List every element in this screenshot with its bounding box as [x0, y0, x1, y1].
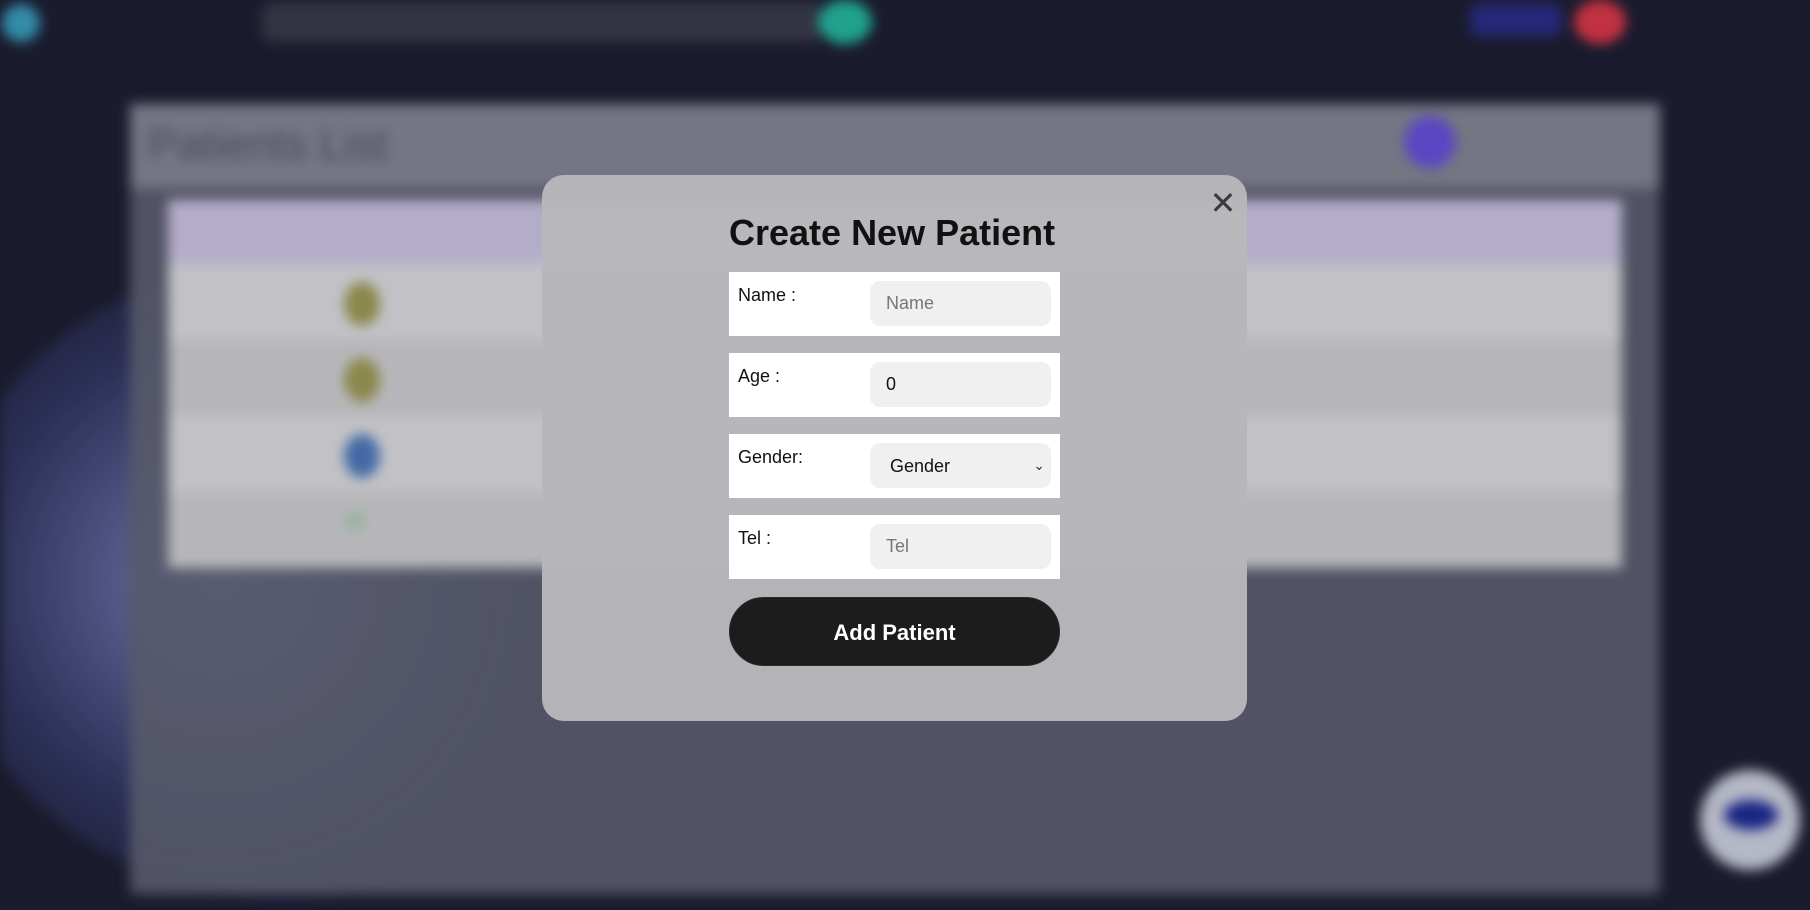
tel-field-row: Tel : — [729, 515, 1060, 579]
age-field-row: Age : — [729, 353, 1060, 417]
close-icon[interactable]: ✕ — [1208, 186, 1238, 220]
tel-label: Tel : — [738, 528, 772, 548]
name-field-row: Name : — [729, 272, 1060, 336]
name-input[interactable] — [870, 281, 1051, 326]
gender-label: Gender: — [738, 447, 804, 467]
age-input[interactable] — [870, 362, 1051, 407]
tel-input[interactable] — [870, 524, 1051, 569]
age-label: Age : — [738, 366, 781, 386]
name-label: Name : — [738, 285, 797, 305]
gender-select-value: Gender — [890, 456, 951, 476]
gender-select[interactable]: Gender ⌄ — [870, 443, 1051, 488]
modal-title: Create New Patient — [729, 212, 1056, 253]
add-patient-button[interactable]: Add Patient — [729, 597, 1060, 666]
chevron-down-icon: ⌄ — [1033, 457, 1045, 473]
gender-field-row: Gender: Gender ⌄ — [729, 434, 1060, 498]
